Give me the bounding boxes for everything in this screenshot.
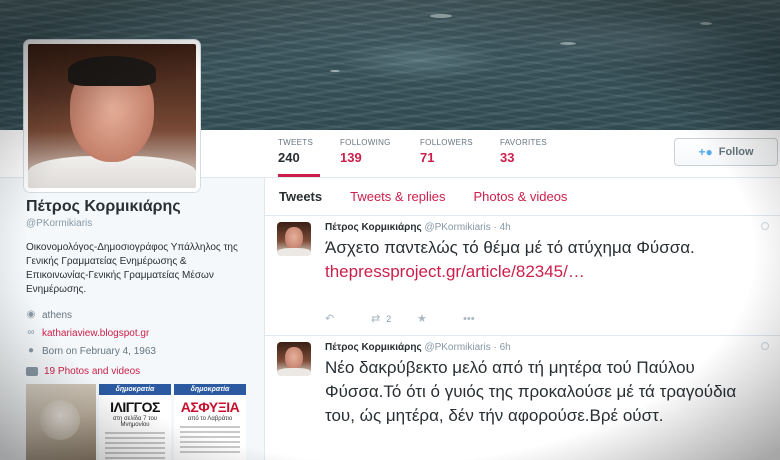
- tweet-actions: ↶ ⇄ 2 ★ •••: [325, 312, 509, 326]
- tab-tweets-replies[interactable]: Tweets & replies: [350, 189, 445, 204]
- tweet-text: Άσχετο παντελώς τό θέμα μέ τό ατύχημα Φύ…: [325, 236, 765, 284]
- tweet-author-handle[interactable]: @PKormikiaris: [424, 222, 490, 233]
- flag-icon[interactable]: [761, 222, 769, 230]
- birthday-row: ● Born on February 4, 1963: [26, 343, 246, 359]
- balloon-icon: ●: [27, 345, 35, 356]
- camera-icon: [26, 367, 38, 376]
- favorite-icon[interactable]: ★: [417, 312, 463, 325]
- profile-name[interactable]: Πέτρος Κορμικιάρης: [26, 198, 246, 216]
- tweet-author-handle[interactable]: @PKormikiaris: [424, 342, 490, 353]
- location-row: ◉ athens: [26, 307, 246, 323]
- media-thumbnail[interactable]: δημοκρατία ΙΛΙΓΓΟΣ στη σελίδα 7 του Μνημ…: [99, 384, 171, 460]
- twitter-profile-page: TWEETS 240 FOLLOWING 139 FOLLOWERS 71 FA…: [0, 0, 780, 460]
- profile-bio: Οικονομολόγος-Δημοσιογράφος Υπάλληλος τη…: [26, 242, 238, 295]
- reply-icon[interactable]: ↶: [325, 312, 371, 325]
- media-thumbnail[interactable]: δημοκρατία ΑΣΦΥΞΙΑ από το Λαβράτιο: [174, 384, 246, 460]
- retweet-icon: ⇄: [371, 313, 381, 325]
- profile-meta: ◉ athens ∞ kathariaview.blogspot.gr ● Bo…: [26, 307, 246, 359]
- tab-tweets[interactable]: Tweets: [279, 189, 322, 204]
- follow-button-label: Follow: [718, 146, 754, 158]
- timeline-tabs: Tweets Tweets & replies Photos & videos: [265, 178, 780, 216]
- photos-videos-label: 19 Photos and videos: [44, 366, 141, 377]
- profile-avatar[interactable]: [24, 40, 200, 192]
- location-text: athens: [42, 309, 73, 321]
- media-thumbnail[interactable]: [26, 384, 96, 460]
- stat-label: FOLLOWERS: [420, 138, 473, 147]
- stat-value: 139: [340, 150, 362, 165]
- follow-button[interactable]: +● Follow: [674, 138, 778, 166]
- retweet-action[interactable]: ⇄ 2: [371, 312, 417, 325]
- stat-tweets[interactable]: TWEETS 240: [278, 138, 321, 177]
- profile-card: Πέτρος Κορμικιάρης @PKormikiaris Οικονομ…: [26, 198, 246, 361]
- website-row: ∞ kathariaview.blogspot.gr: [26, 325, 246, 341]
- newspaper-masthead: δημοκρατία: [99, 384, 171, 395]
- add-user-icon: +●: [698, 145, 713, 159]
- flag-icon[interactable]: [761, 342, 769, 350]
- link-icon: ∞: [27, 327, 35, 338]
- tweet-link[interactable]: thepressproject.gr/article/82345/…: [325, 260, 765, 284]
- profile-handle[interactable]: @PKormikiaris: [26, 218, 246, 229]
- stat-following[interactable]: FOLLOWING 139: [340, 138, 391, 165]
- tweet-time[interactable]: · 6h: [494, 342, 511, 353]
- stat-followers[interactable]: FOLLOWERS 71: [420, 138, 473, 165]
- tweet-avatar[interactable]: [277, 342, 311, 376]
- stat-value: 240: [278, 150, 300, 165]
- newspaper-subhead: στη σελίδα 7 του Μνημονίου: [112, 416, 158, 428]
- more-icon[interactable]: •••: [463, 313, 509, 325]
- tweet-avatar[interactable]: [277, 222, 311, 256]
- tweet[interactable]: Πέτρος Κορμικιάρης @PKormikiaris · 4h Άσ…: [265, 216, 780, 336]
- website-link[interactable]: kathariaview.blogspot.gr: [42, 328, 149, 339]
- location-pin-icon: ◉: [26, 309, 36, 320]
- stat-label: FOLLOWING: [340, 138, 391, 147]
- birthday-text: Born on February 4, 1963: [42, 345, 156, 357]
- stat-value: 71: [420, 150, 435, 165]
- newspaper-subhead: από το Λαβράτιο: [187, 416, 233, 422]
- tweet-header: Πέτρος Κορμικιάρης @PKormikiaris · 6h: [325, 342, 511, 353]
- newspaper-headline: ΙΛΙΓΓΟΣ: [110, 399, 160, 415]
- tweet-text: Νέο δακρύβεκτο μελό από τή μητέρα τού Πα…: [325, 358, 737, 425]
- tweet-header: Πέτρος Κορμικιάρης @PKormikiaris · 4h: [325, 222, 511, 233]
- stat-label: TWEETS: [278, 138, 314, 147]
- tab-photos-videos[interactable]: Photos & videos: [473, 189, 567, 204]
- newspaper-masthead: δημοκρατία: [174, 384, 246, 395]
- retweet-count: 2: [386, 313, 392, 324]
- stat-value: 33: [500, 150, 515, 165]
- tweet-time[interactable]: · 4h: [494, 222, 511, 233]
- newspaper-headline: ΑΣΦΥΞΙΑ: [180, 399, 240, 415]
- tweet-author-name[interactable]: Πέτρος Κορμικιάρης: [325, 342, 422, 353]
- tweet-author-name[interactable]: Πέτρος Κορμικιάρης: [325, 222, 422, 233]
- media-thumbnails: δημοκρατία ΙΛΙΓΓΟΣ στη σελίδα 7 του Μνημ…: [26, 384, 248, 460]
- photos-videos-link[interactable]: 19 Photos and videos: [26, 366, 140, 377]
- tweet[interactable]: Πέτρος Κορμικιάρης @PKormikiaris · 6h Νέ…: [265, 336, 780, 460]
- tweet-body: Άσχετο παντελώς τό θέμα μέ τό ατύχημα Φύ…: [325, 238, 695, 257]
- stat-favorites[interactable]: FAVORITES 33: [500, 138, 547, 165]
- stat-label: FAVORITES: [500, 138, 548, 147]
- timeline: Tweets Tweets & replies Photos & videos …: [264, 178, 780, 460]
